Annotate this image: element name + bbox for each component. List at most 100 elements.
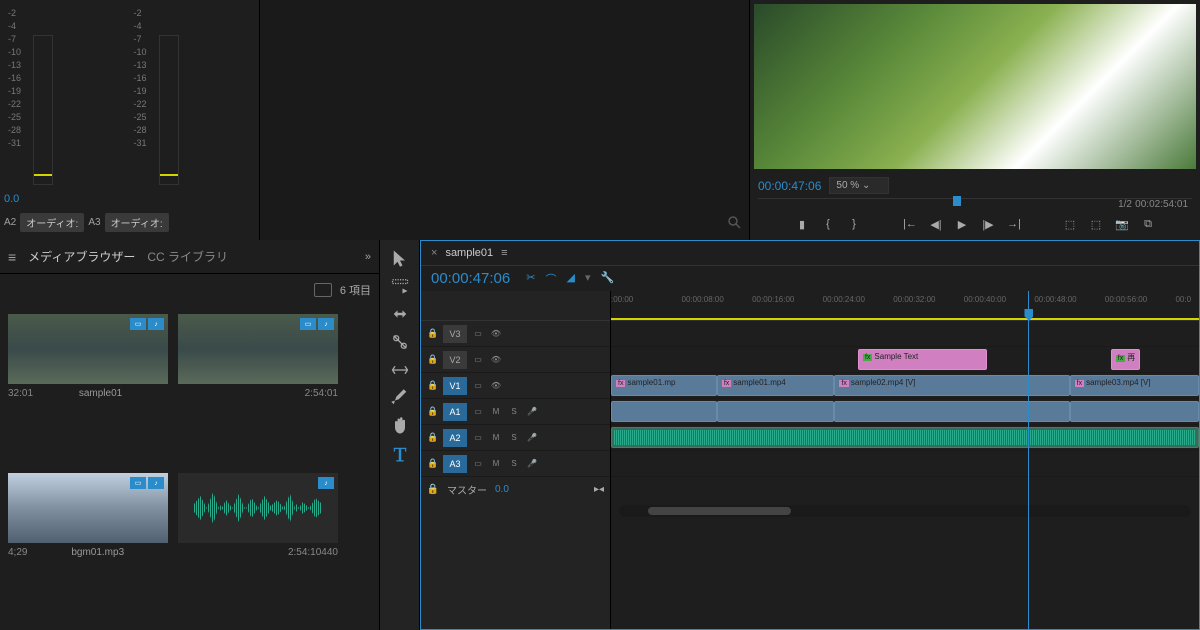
time-ruler[interactable]: :00:00 00:00:08:00 00:00:16:00 00:00:24:… [611, 291, 1199, 321]
timeline-tracks-area[interactable]: :00:00 00:00:08:00 00:00:16:00 00:00:24:… [611, 291, 1199, 629]
new-bin-icon[interactable] [314, 283, 332, 297]
media-item[interactable]: ♪ 2:54:10440 [178, 473, 338, 622]
lock-icon[interactable]: 🔒 [427, 328, 439, 340]
audio-clip[interactable] [1070, 401, 1199, 422]
overflow-icon[interactable]: » [365, 251, 371, 263]
track-lane-a1[interactable] [611, 399, 1199, 425]
lock-icon[interactable]: 🔒 [427, 354, 439, 366]
graphic-clip[interactable]: fx再 [1111, 349, 1140, 370]
toggle-output-icon[interactable]: ▭ [471, 327, 485, 341]
mute-button[interactable]: M [489, 431, 503, 445]
lock-icon[interactable]: 🔒 [427, 483, 439, 495]
hand-tool-icon[interactable] [390, 416, 410, 436]
tab-media-browser[interactable]: メディアブラウザー [28, 248, 135, 265]
media-item[interactable]: ▭♪ 4;29 bgm01.mp3 [8, 473, 168, 622]
horizontal-scrollbar[interactable] [619, 505, 1191, 517]
sequence-menu-icon[interactable]: ≡ [501, 247, 507, 259]
razor-tool-icon[interactable] [390, 332, 410, 352]
comparison-icon[interactable]: ⧉ [1140, 216, 1156, 232]
lock-icon[interactable]: 🔒 [427, 380, 439, 392]
scrollbar-thumb[interactable] [648, 507, 791, 515]
track-label[interactable]: A1 [443, 403, 467, 421]
track-label[interactable]: A2 [443, 429, 467, 447]
sequence-tab[interactable]: sample01 [445, 247, 493, 259]
media-item[interactable]: ▭♪ 2:54:01 [178, 314, 338, 463]
timeline-playhead[interactable] [1028, 291, 1029, 629]
step-forward-icon[interactable]: |▶ [980, 216, 996, 232]
mute-button[interactable]: M [489, 405, 503, 419]
toggle-output-icon[interactable]: ▭ [471, 457, 485, 471]
resolution-dropdown[interactable]: 1/2 [1118, 199, 1132, 210]
toggle-output-icon[interactable]: ▭ [471, 379, 485, 393]
bracket-in-icon[interactable]: { [820, 216, 836, 232]
track-lane-a2[interactable] [611, 425, 1199, 451]
track-header-a3[interactable]: 🔒 A3 ▭ M S 🎤 [421, 451, 610, 477]
selection-tool-icon[interactable] [390, 248, 410, 268]
lock-icon[interactable]: 🔒 [427, 406, 439, 418]
settings-icon[interactable]: 🔧 [600, 271, 614, 287]
track-select-tool-icon[interactable] [390, 276, 410, 296]
lock-icon[interactable]: 🔒 [427, 432, 439, 444]
master-value[interactable]: 0.0 [495, 484, 509, 495]
insert-mode-icon[interactable]: ✂ [526, 271, 535, 287]
linked-selection-icon[interactable]: ◢ [566, 271, 574, 287]
video-clip[interactable]: fxsample03.mp4 [V] [1070, 375, 1199, 396]
export-frame-icon[interactable]: 📷 [1114, 216, 1130, 232]
program-scrubber[interactable]: 1/2 00:02:54:01 [758, 198, 1192, 208]
lock-icon[interactable]: 🔒 [427, 458, 439, 470]
video-clip[interactable]: fxsample02.mp4 [V] [834, 375, 1069, 396]
audio-track-a2-tag[interactable]: オーディオ: [20, 213, 84, 232]
media-thumbnail[interactable]: ▭♪ [8, 473, 168, 543]
close-tab-icon[interactable]: × [431, 247, 437, 259]
toggle-output-icon[interactable]: ▭ [471, 353, 485, 367]
pen-tool-icon[interactable] [390, 388, 410, 408]
track-label[interactable]: V2 [443, 351, 467, 369]
bracket-out-icon[interactable]: } [846, 216, 862, 232]
go-to-out-icon[interactable]: →| [1006, 216, 1022, 232]
video-clip[interactable]: fxsample01.mp [611, 375, 717, 396]
video-clip[interactable]: fxsample01.mp4 [717, 375, 835, 396]
marker-tool-icon[interactable]: ▾ [585, 271, 591, 287]
audio-clip[interactable] [717, 401, 835, 422]
track-header-a1[interactable]: 🔒 A1 ▭ M S 🎤 [421, 399, 610, 425]
panel-menu-icon[interactable]: ≡ [8, 249, 16, 265]
extract-icon[interactable]: ⬚ [1088, 216, 1104, 232]
eye-icon[interactable]: 👁 [489, 379, 503, 393]
program-playhead[interactable] [953, 196, 961, 206]
track-lane-v2[interactable]: fxSample Text fx再 [611, 347, 1199, 373]
lift-icon[interactable]: ⬚ [1062, 216, 1078, 232]
timeline-timecode[interactable]: 00:00:47:06 [431, 270, 510, 287]
track-header-v2[interactable]: 🔒 V2 ▭ 👁 [421, 347, 610, 373]
tab-cc-libraries[interactable]: CC ライブラリ [147, 248, 228, 265]
mic-icon[interactable]: 🎤 [525, 431, 539, 445]
audio-clip[interactable] [834, 401, 1069, 422]
track-header-v3[interactable]: 🔒 V3 ▭ 👁 [421, 321, 610, 347]
solo-button[interactable]: S [507, 405, 521, 419]
eye-icon[interactable]: 👁 [489, 327, 503, 341]
mic-icon[interactable]: 🎤 [525, 405, 539, 419]
master-track-header[interactable]: 🔒 マスター 0.0 ▸◂ [421, 477, 610, 501]
program-timecode[interactable]: 00:00:47:06 [758, 179, 821, 193]
eye-icon[interactable]: 👁 [489, 353, 503, 367]
toggle-output-icon[interactable]: ▭ [471, 431, 485, 445]
track-label[interactable]: V3 [443, 325, 467, 343]
type-tool-icon[interactable] [390, 444, 410, 464]
go-to-in-icon[interactable]: |← [902, 216, 918, 232]
audio-clip[interactable] [611, 427, 1199, 448]
mic-icon[interactable]: 🎤 [525, 457, 539, 471]
track-header-a2[interactable]: 🔒 A2 ▭ M S 🎤 [421, 425, 610, 451]
track-lane-v3[interactable] [611, 321, 1199, 347]
slip-tool-icon[interactable] [390, 360, 410, 380]
solo-button[interactable]: S [507, 457, 521, 471]
media-item[interactable]: ▭♪ 32:01 sample01 [8, 314, 168, 463]
track-lane-a3[interactable] [611, 451, 1199, 477]
mark-in-icon[interactable]: ▮ [794, 216, 810, 232]
track-header-v1[interactable]: 🔒 V1 ▭ 👁 [421, 373, 610, 399]
media-thumbnail[interactable]: ▭♪ [178, 314, 338, 384]
audio-track-a3-tag[interactable]: オーディオ: [105, 213, 169, 232]
media-thumbnail[interactable]: ▭♪ [8, 314, 168, 384]
track-lane-v1[interactable]: fxsample01.mp fxsample01.mp4 fxsample02.… [611, 373, 1199, 399]
zoom-dropdown[interactable]: 50 % ⌄ [829, 177, 889, 194]
solo-button[interactable]: S [507, 431, 521, 445]
program-video-preview[interactable] [754, 4, 1196, 169]
